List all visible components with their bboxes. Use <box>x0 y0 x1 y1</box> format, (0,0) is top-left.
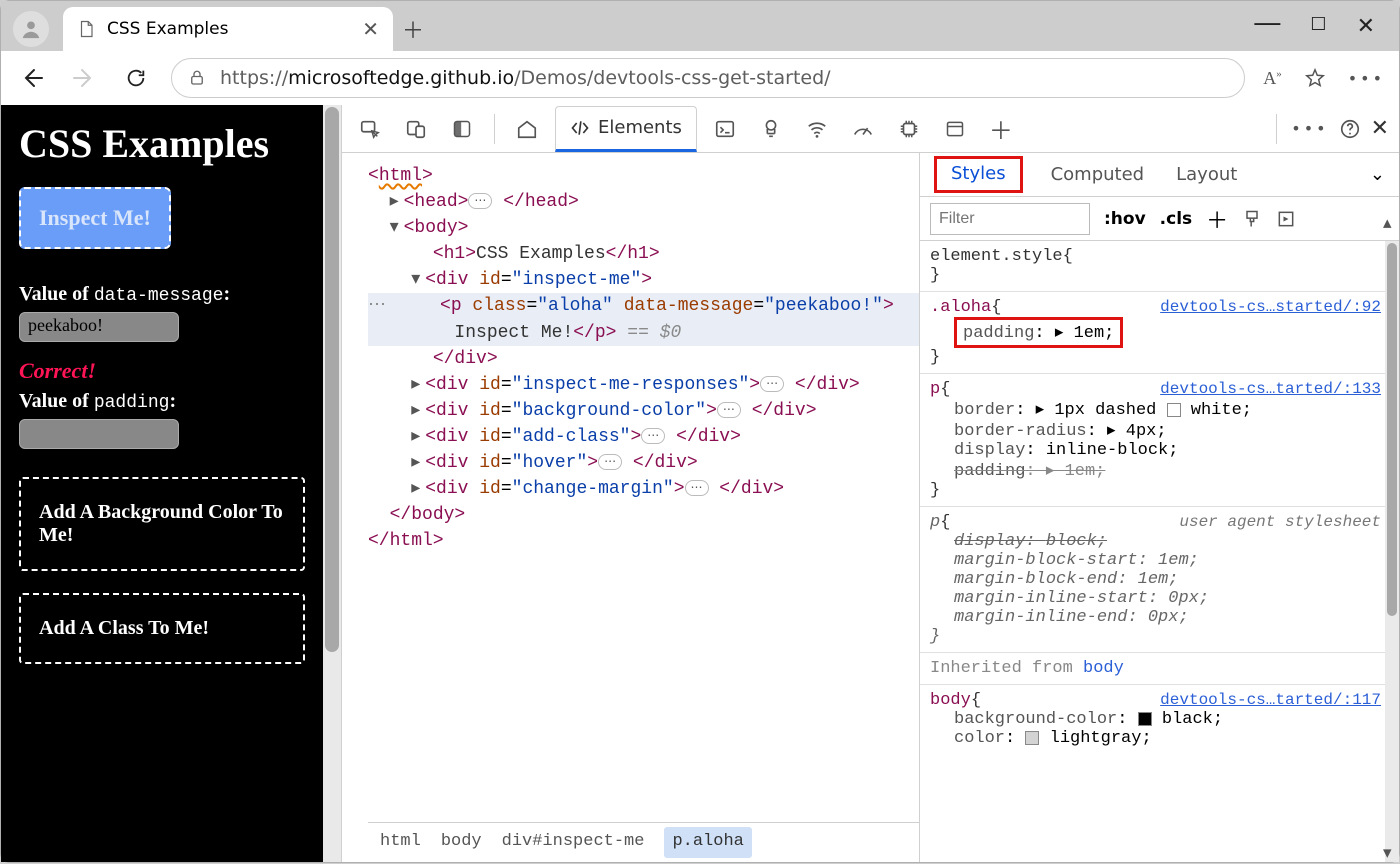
page-icon <box>77 20 95 38</box>
styles-panel: Styles Computed Layout ⌄ :hov .cls ＋ ele… <box>919 153 1399 862</box>
new-tab-button[interactable]: ＋ <box>393 9 433 49</box>
help-icon[interactable] <box>1339 118 1361 140</box>
crumb-div[interactable]: div#inspect-me <box>502 830 645 855</box>
arrow-left-icon <box>20 66 44 90</box>
styles-filter-input[interactable] <box>930 203 1090 235</box>
person-icon <box>20 18 42 40</box>
crumb-html[interactable]: html <box>380 830 421 855</box>
application-icon[interactable] <box>937 111 973 147</box>
arrow-right-icon <box>72 66 96 90</box>
more-icon[interactable]: ••• <box>1348 69 1385 88</box>
padding-input[interactable] <box>19 419 179 449</box>
data-message-input[interactable]: peekaboo! <box>19 312 179 342</box>
more-tabs-icon[interactable]: ＋ <box>983 111 1019 147</box>
elements-panel[interactable]: <html> ▸<head>⋯ </head> ▾<body> <h1>CSS … <box>342 153 919 862</box>
data-message-label: Value of data-message: <box>19 283 305 306</box>
sources-icon[interactable] <box>753 111 789 147</box>
workarea: CSS Examples Inspect Me! Value of data-m… <box>1 105 1399 862</box>
profile-button[interactable] <box>13 11 49 47</box>
reload-button[interactable] <box>119 61 153 95</box>
styles-tab-highlight: Styles <box>934 156 1023 193</box>
forward-button <box>67 61 101 95</box>
devtools-close-icon[interactable]: ✕ <box>1371 116 1389 141</box>
crumb-p-aloha[interactable]: p.aloha <box>664 827 751 858</box>
devtools-more-icon[interactable]: ••• <box>1291 119 1328 138</box>
source-link[interactable]: devtools-cs…tarted/:117 <box>1160 691 1381 710</box>
back-button[interactable] <box>15 61 49 95</box>
navbar: https://microsoftedge.github.io/Demos/de… <box>1 51 1399 105</box>
padding-highlight: padding: ▸ 1em; <box>954 317 1123 348</box>
selected-element-line[interactable]: ⋯ <p class="aloha" data-message="peekabo… <box>368 293 919 319</box>
breadcrumb[interactable]: html body div#inspect-me p.aloha <box>368 822 919 862</box>
bg-color-box[interactable]: Add A Background Color To Me! <box>19 477 305 571</box>
add-class-box[interactable]: Add A Class To Me! <box>19 593 305 664</box>
inherited-from: Inherited from body <box>920 653 1399 685</box>
close-window-icon[interactable]: ✕ <box>1357 14 1375 44</box>
paint-icon[interactable] <box>1242 209 1262 229</box>
address-bar[interactable]: https://microsoftedge.github.io/Demos/de… <box>171 58 1245 98</box>
read-aloud-icon[interactable]: A» <box>1263 68 1282 89</box>
code-icon <box>570 118 590 138</box>
favorite-icon[interactable] <box>1304 67 1326 89</box>
device-toggle-icon[interactable] <box>398 111 434 147</box>
console-icon[interactable] <box>707 111 743 147</box>
inspect-me-box[interactable]: Inspect Me! <box>19 187 171 249</box>
styles-scrollbar[interactable]: ▴▾ <box>1385 241 1399 862</box>
page-heading: CSS Examples <box>19 121 305 167</box>
page-preview: CSS Examples Inspect Me! Value of data-m… <box>1 105 323 862</box>
source-link[interactable]: devtools-cs…started/:92 <box>1160 298 1381 317</box>
performance-icon[interactable] <box>845 111 881 147</box>
browser-tab[interactable]: CSS Examples ✕ <box>63 7 393 51</box>
reload-icon <box>125 67 147 89</box>
url-text: https://microsoftedge.github.io/Demos/de… <box>220 67 831 89</box>
tab-layout[interactable]: Layout <box>1172 158 1241 191</box>
maximize-icon[interactable]: ☐ <box>1310 14 1326 44</box>
tab-computed[interactable]: Computed <box>1047 158 1149 191</box>
hov-toggle[interactable]: :hov <box>1104 209 1146 229</box>
tab-elements[interactable]: Elements <box>555 106 697 152</box>
welcome-icon[interactable] <box>509 111 545 147</box>
new-rule-icon[interactable]: ＋ <box>1206 203 1228 235</box>
styles-tabs: Styles Computed Layout ⌄ <box>920 153 1399 197</box>
tab-styles[interactable]: Styles <box>947 157 1010 190</box>
devtools-toolbar: Elements ＋ ••• ✕ <box>342 105 1399 153</box>
preview-scrollbar[interactable] <box>323 105 341 862</box>
titlebar: CSS Examples ✕ ＋ ― ☐ ✕ <box>1 1 1399 51</box>
network-icon[interactable] <box>799 111 835 147</box>
tab-title: CSS Examples <box>107 19 228 39</box>
tab-close-icon[interactable]: ✕ <box>362 17 379 41</box>
rules-list[interactable]: element.style { } .aloha {devtools-cs…st… <box>920 241 1399 754</box>
styles-toolbar: :hov .cls ＋ <box>920 197 1399 241</box>
inspect-element-icon[interactable] <box>352 111 388 147</box>
lock-icon <box>188 69 206 87</box>
minimize-icon[interactable]: ― <box>1254 8 1280 38</box>
devtools: Elements ＋ ••• ✕ <html> ▸<head>⋯ </head>… <box>341 105 1399 862</box>
padding-label: Value of padding: <box>19 390 305 413</box>
dock-icon[interactable] <box>444 111 480 147</box>
correct-label: Correct! <box>19 358 305 384</box>
source-link[interactable]: devtools-cs…tarted/:133 <box>1160 380 1381 399</box>
computed-panel-icon[interactable] <box>1276 209 1296 229</box>
memory-icon[interactable] <box>891 111 927 147</box>
crumb-body[interactable]: body <box>441 830 482 855</box>
cls-toggle[interactable]: .cls <box>1160 209 1192 229</box>
window-controls: ― ☐ ✕ <box>1254 14 1387 44</box>
chevron-down-icon[interactable]: ⌄ <box>1370 164 1385 185</box>
